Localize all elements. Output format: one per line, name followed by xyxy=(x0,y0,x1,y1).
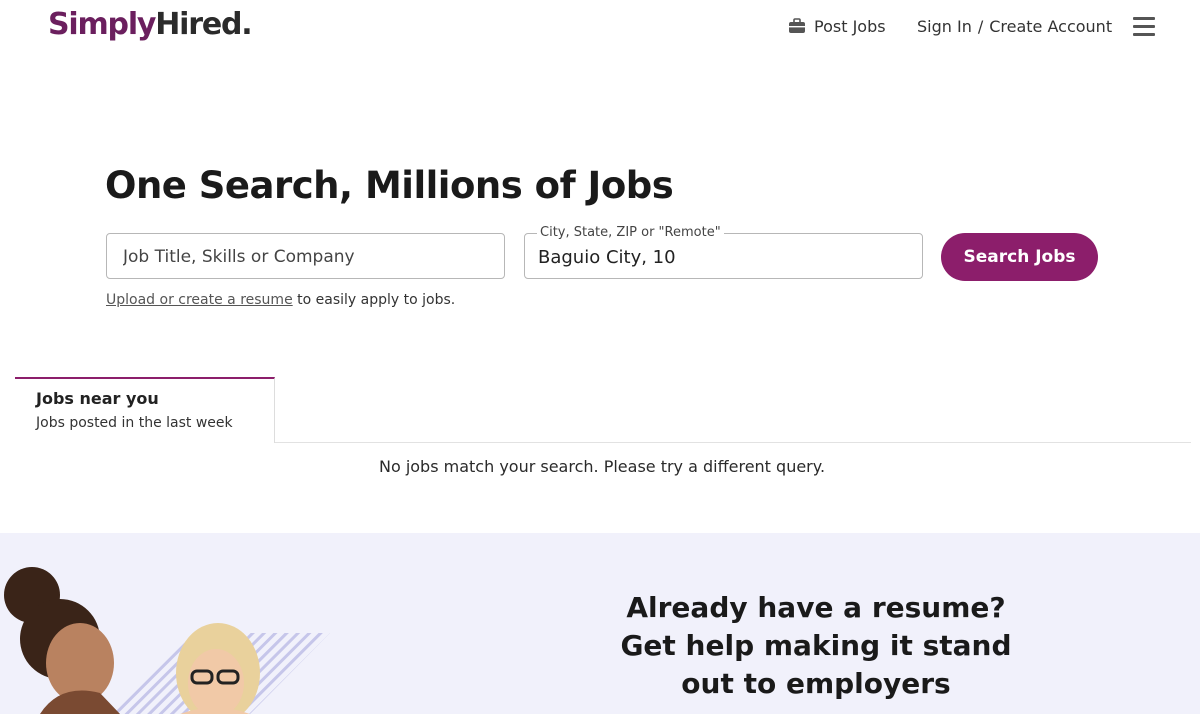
location-field: City, State, ZIP or "Remote" xyxy=(524,225,923,280)
resume-prompt: Upload or create a resume to easily appl… xyxy=(106,290,455,310)
location-search-input[interactable] xyxy=(538,234,908,280)
post-jobs-label: Post Jobs xyxy=(814,16,886,36)
nav-separator: / xyxy=(977,16,984,36)
simplyhired-logo[interactable]: SimplyHired. xyxy=(48,6,253,44)
account-nav: Sign In / Create Account xyxy=(917,14,1112,38)
tab-title: Jobs near you xyxy=(36,389,159,408)
tab-jobs-near-you[interactable]: Jobs near you Jobs posted in the last we… xyxy=(15,377,275,443)
page-title: One Search, Millions of Jobs xyxy=(105,164,674,207)
sign-in-link[interactable]: Sign In xyxy=(917,17,972,36)
keyword-field xyxy=(106,233,505,280)
promo-line-2: Get help making it stand xyxy=(620,629,1012,662)
logo-text-simply: Simply xyxy=(48,7,156,42)
create-account-link[interactable]: Create Account xyxy=(989,17,1112,36)
promo-line-3: out to employers xyxy=(681,667,951,700)
briefcase-icon xyxy=(788,18,806,34)
post-jobs-link[interactable]: Post Jobs xyxy=(788,14,886,38)
keyword-search-input[interactable] xyxy=(123,234,493,280)
search-jobs-button[interactable]: Search Jobs xyxy=(941,233,1098,281)
tab-subtitle: Jobs posted in the last week xyxy=(36,415,233,431)
promo-line-1: Already have a resume? xyxy=(626,591,1006,624)
empty-results-message: No jobs match your search. Please try a … xyxy=(378,457,826,476)
resume-promo-heading: Already have a resume? Get help making i… xyxy=(616,589,1016,703)
resume-promo-section: Already have a resume? Get help making i… xyxy=(0,533,1200,714)
upload-resume-link[interactable]: Upload or create a resume xyxy=(106,292,293,308)
logo-text-hired: Hired. xyxy=(155,7,252,42)
tab-divider xyxy=(275,442,1191,443)
promo-illustration xyxy=(4,567,330,714)
hamburger-menu-icon[interactable] xyxy=(1132,14,1156,38)
resume-prompt-suffix: to easily apply to jobs. xyxy=(292,292,456,308)
